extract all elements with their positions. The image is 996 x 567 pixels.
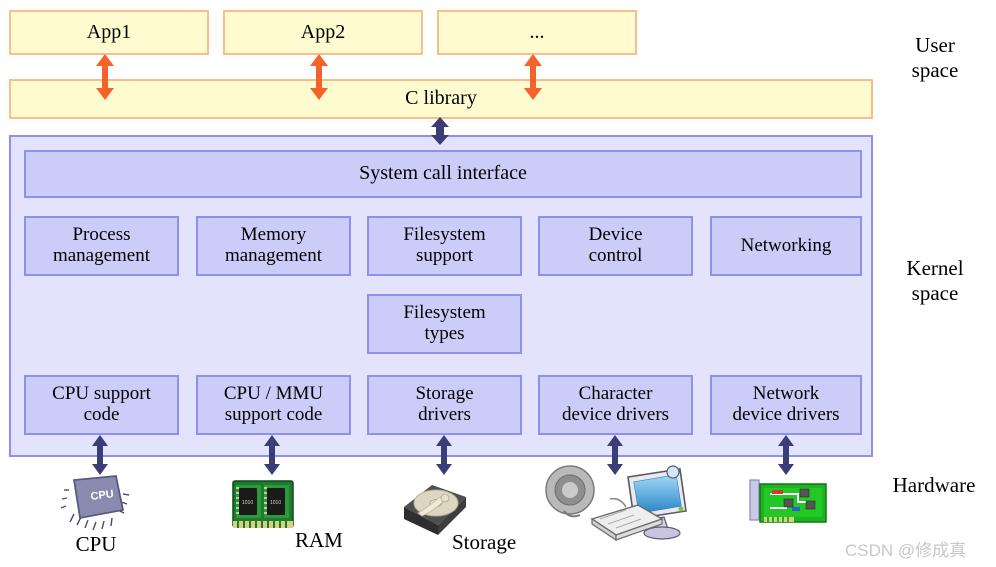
subsystem-line1: Filesystem xyxy=(403,224,486,246)
app-box-1: App1 xyxy=(9,10,209,55)
diagram-canvas: App1 App2 ... C library System call inte… xyxy=(0,0,996,567)
network-card-icon xyxy=(749,479,827,523)
arrow-cpu-support-to-cpu xyxy=(92,435,108,475)
svg-text:1010: 1010 xyxy=(242,500,253,506)
ram-module-icon: 1010 1010 xyxy=(232,480,294,528)
speaker-keyboard-monitor-icon xyxy=(545,465,687,542)
subsystem-line2: control xyxy=(588,245,643,266)
driver-box-storage-drivers: Storage drivers xyxy=(367,375,522,435)
driver-line1: Storage xyxy=(415,383,474,405)
subsystem-line1: Device xyxy=(588,224,643,246)
app-box-2-label: App2 xyxy=(300,20,346,43)
driver-line1: Character xyxy=(578,383,653,405)
driver-box-cpu-support-code: CPU support code xyxy=(24,375,179,435)
system-call-interface-box: System call interface xyxy=(24,150,862,198)
cpu-chip-icon: CPU xyxy=(60,475,130,531)
subsystem-box-device-control: Device control xyxy=(538,216,693,276)
driver-line2: drivers xyxy=(418,404,471,425)
subsystem-line2: management xyxy=(52,245,151,266)
driver-line1: Network xyxy=(752,383,820,405)
app-box-1-label: App1 xyxy=(86,20,132,43)
filesystem-types-line2: types xyxy=(424,323,465,344)
side-label-kernel-line2: space xyxy=(911,280,959,305)
arrow-cpu-mmu-to-ram xyxy=(264,435,280,475)
driver-line2: support code xyxy=(224,404,323,425)
subsystem-line2: support xyxy=(416,245,473,266)
side-label-user-line1: User xyxy=(915,33,955,57)
hardware-label-ram: RAM xyxy=(295,528,343,552)
app-box-2: App2 xyxy=(223,10,423,55)
subsystem-box-networking: Networking xyxy=(710,216,862,276)
csdn-watermark: CSDN @修成真 xyxy=(845,541,967,560)
app-box-3-label: ... xyxy=(529,20,545,43)
side-label-user-space: User space xyxy=(880,33,990,83)
side-label-hardware: Hardware xyxy=(875,473,993,498)
svg-text:1010: 1010 xyxy=(270,500,281,506)
side-label-user-line2: space xyxy=(911,57,959,82)
subsystem-line1: Networking xyxy=(740,234,832,256)
c-library-label: C library xyxy=(405,87,477,110)
arrow-app2-to-clibrary xyxy=(310,54,328,100)
side-label-hardware-line1: Hardware xyxy=(892,473,976,497)
arrow-storage-drivers-to-storage xyxy=(436,435,452,475)
driver-line2: device drivers xyxy=(561,404,670,425)
arrow-app3-to-clibrary xyxy=(524,54,542,100)
arrow-net-drivers-to-nic xyxy=(778,435,794,475)
system-call-interface-label: System call interface xyxy=(359,162,527,185)
driver-line1: CPU support xyxy=(52,383,151,405)
driver-line2: device drivers xyxy=(732,404,840,425)
driver-box-cpu-mmu-support-code: CPU / MMU support code xyxy=(196,375,351,435)
hardware-label-storage: Storage xyxy=(452,530,517,554)
driver-line1: CPU / MMU xyxy=(223,383,324,405)
arrow-app1-to-clibrary xyxy=(96,54,114,100)
subsystem-box-process-management: Process management xyxy=(24,216,179,276)
driver-box-character-device-drivers: Character device drivers xyxy=(538,375,693,435)
subsystem-line2: management xyxy=(224,245,323,266)
subsystem-line1: Memory xyxy=(240,224,307,246)
driver-line2: code xyxy=(83,404,120,425)
c-library-box: C library xyxy=(9,79,873,119)
side-label-kernel-line1: Kernel xyxy=(906,256,964,280)
filesystem-types-box: Filesystem types xyxy=(367,294,522,354)
subsystem-box-filesystem-support: Filesystem support xyxy=(367,216,522,276)
hard-disk-icon xyxy=(404,485,466,535)
arrow-clibrary-to-syscall xyxy=(431,117,449,145)
app-box-3: ... xyxy=(437,10,637,55)
subsystem-box-memory-management: Memory management xyxy=(196,216,351,276)
filesystem-types-line1: Filesystem xyxy=(403,302,486,324)
subsystem-line1: Process xyxy=(72,224,131,246)
hardware-label-cpu: CPU xyxy=(75,532,117,556)
driver-box-network-device-drivers: Network device drivers xyxy=(710,375,862,435)
side-label-kernel-space: Kernel space xyxy=(880,256,990,306)
